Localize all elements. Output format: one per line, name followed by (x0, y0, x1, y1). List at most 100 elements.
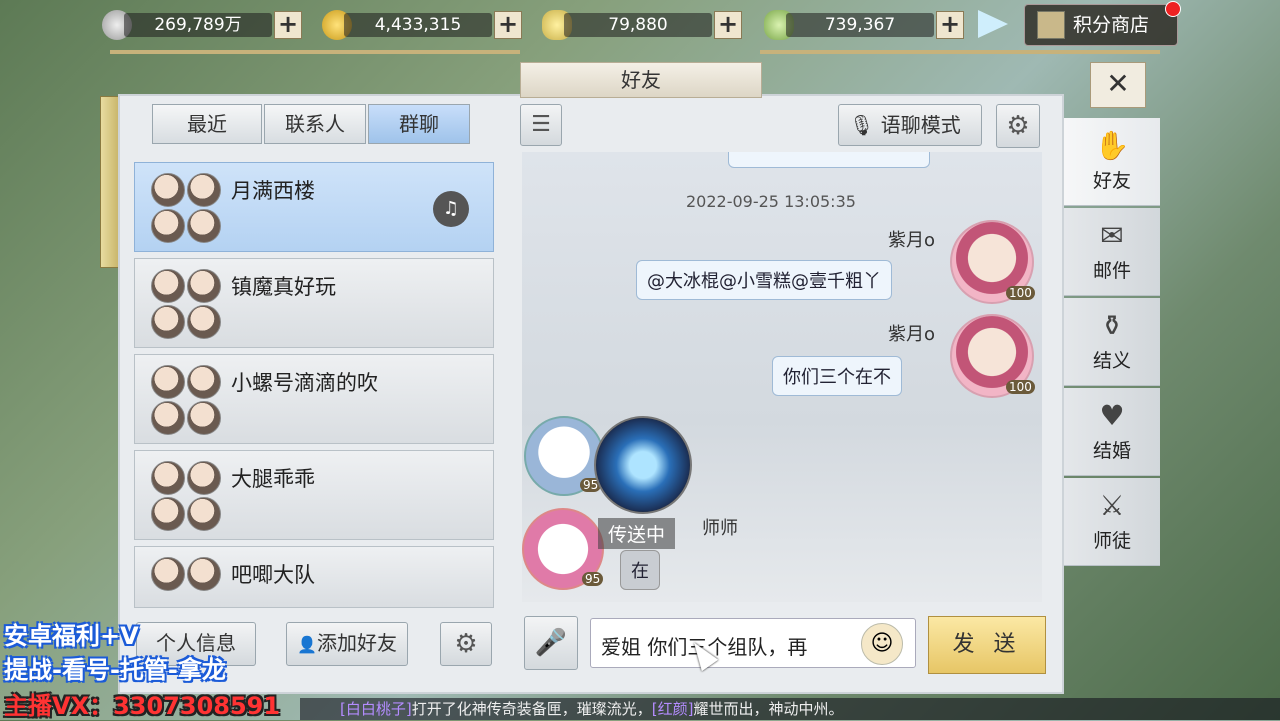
avatar (187, 305, 221, 339)
avatar (187, 461, 221, 495)
voice-mode-button[interactable]: 🎙 语聊模式 (838, 104, 982, 146)
avatar (187, 401, 221, 435)
currency-value: 739,367 (786, 13, 934, 37)
group-avatars (151, 461, 221, 531)
tab-group-chat[interactable]: 群聊 (368, 104, 470, 144)
avatar (187, 557, 221, 591)
avatar (151, 173, 185, 207)
group-avatars (151, 173, 221, 243)
side-tab-label: 结义 (1092, 350, 1131, 372)
points-shop-button[interactable]: 积分商店 (1024, 1, 1181, 46)
group-item[interactable]: 大腿乖乖 (134, 450, 494, 540)
group-item[interactable]: 吧唧大队 (134, 546, 494, 608)
group-name: 小螺号滴滴的吹 (231, 371, 378, 395)
level-badge: 100 (1006, 380, 1035, 394)
message-timestamp: 2022-09-25 13:05:35 (686, 192, 856, 211)
tab-contacts[interactable]: 联系人 (264, 104, 366, 144)
currency-value: 269,789万 (124, 13, 272, 37)
side-tab-mail[interactable]: ✉ 邮件 (1064, 208, 1160, 296)
side-tab-friends[interactable]: ✋ 好友 (1064, 118, 1160, 206)
avatar (151, 365, 185, 399)
side-tab-marriage[interactable]: ♥ 结婚 (1064, 388, 1160, 476)
message-sender: 师师 (702, 518, 738, 539)
level-badge: 100 (1006, 286, 1035, 300)
currency-value: 79,880 (564, 13, 712, 37)
group-name: 吧唧大队 (231, 563, 315, 587)
add-user-icon: 👤 (297, 635, 317, 654)
mail-icon: ✉ (1100, 219, 1124, 252)
currency-gold: 4,433,315 + (322, 10, 522, 40)
close-button[interactable]: ✕ (1090, 62, 1146, 108)
message-bubble: 你们三个在不 (772, 356, 902, 396)
chat-area: 2022-09-25 13:05:35 紫月o @大冰棍@小雪糕@壹千粗丫 10… (522, 152, 1042, 602)
group-item[interactable]: 镇魔真好玩 (134, 258, 494, 348)
marriage-icon: ♥ (1099, 399, 1125, 432)
chat-settings-button[interactable]: ⚙ (996, 104, 1040, 148)
add-silver-button[interactable]: + (274, 11, 302, 39)
shop-icon (1037, 11, 1065, 39)
voice-input-button[interactable]: 🎤 (524, 616, 578, 670)
add-ingot-button[interactable]: + (714, 11, 742, 39)
avatar (151, 401, 185, 435)
side-tab-label: 结婚 (1092, 440, 1131, 462)
add-friend-button[interactable]: 👤添加好友 (286, 622, 408, 666)
avatar (187, 269, 221, 303)
message-bubble: 在 (620, 550, 660, 590)
avatar (151, 557, 185, 591)
add-friend-label: 添加好友 (316, 631, 397, 655)
message-sender: 紫月o (888, 230, 936, 251)
brotherhood-icon: ⚱ (1100, 309, 1124, 342)
avatar (187, 497, 221, 531)
voice-mode-label: 语聊模式 (880, 113, 961, 137)
mentor-icon: ⚔ (1099, 489, 1125, 522)
currency-green-ingot: 739,367 + (764, 10, 964, 40)
group-item[interactable]: 小螺号滴滴的吹 (134, 354, 494, 444)
avatar (151, 497, 185, 531)
ticker-text: 打开了化神传奇装备匣，璀璨流光， (411, 700, 652, 718)
group-name: 月满西楼 (231, 179, 315, 203)
tab-recent[interactable]: 最近 (152, 104, 262, 144)
panel-title: 好友 (520, 62, 762, 98)
shop-label: 积分商店 (1073, 14, 1150, 36)
side-tab-label: 好友 (1092, 170, 1131, 192)
loading-overlay-label: 传送中 (598, 518, 676, 549)
emoji-icon[interactable]: ☺ (861, 623, 903, 665)
avatar (151, 305, 185, 339)
side-tab-label: 邮件 (1092, 260, 1131, 282)
notification-dot (1165, 1, 1181, 17)
side-tab-mentor[interactable]: ⚔ 师徒 (1064, 478, 1160, 566)
group-avatars (151, 365, 221, 435)
group-name: 镇魔真好玩 (231, 275, 336, 299)
vine-decoration-left (110, 50, 520, 94)
send-button[interactable]: 发 送 (928, 616, 1046, 674)
arrow-right-icon (978, 10, 1008, 38)
avatar (187, 209, 221, 243)
friend-icon: ✋ (1094, 129, 1130, 162)
side-tab-label: 师徒 (1092, 530, 1131, 552)
level-badge: 95 (582, 572, 604, 586)
avatar (187, 173, 221, 207)
ticker-text: 耀世而出，神动中州。 (693, 700, 844, 718)
currency-silver: 269,789万 + (102, 10, 302, 40)
message-bubble-partial (728, 152, 930, 168)
chat-input[interactable]: 爱姐 你们三个组队，再 ☺ (590, 618, 916, 668)
teleport-portal-icon (594, 416, 692, 514)
headset-icon[interactable]: ♫ (433, 191, 469, 227)
avatar (151, 209, 185, 243)
ticker-player-name: [白白桃子] (340, 700, 412, 718)
add-green-ingot-button[interactable]: + (936, 11, 964, 39)
currency-value: 4,433,315 (344, 13, 492, 37)
overlay-text-line3: 主播VX：3307308591 (4, 692, 281, 720)
side-tab-brotherhood[interactable]: ⚱ 结义 (1064, 298, 1160, 386)
collapse-button[interactable]: ☰ (520, 104, 562, 146)
avatar (151, 461, 185, 495)
settings-button[interactable]: ⚙ (440, 622, 492, 666)
message-bubble: @大冰棍@小雪糕@壹千粗丫 (636, 260, 892, 300)
group-item[interactable]: 月满西楼 ♫ (134, 162, 494, 252)
scroll-pole-decoration (100, 96, 120, 268)
system-ticker: [白白桃子]打开了化神传奇装备匣，璀璨流光，[红颜]耀世而出，神动中州。 (300, 698, 1280, 720)
add-gold-button[interactable]: + (494, 11, 522, 39)
overlay-text-line1: 安卓福利+V (4, 622, 139, 650)
message-sender: 紫月o (888, 324, 936, 345)
group-avatars (151, 269, 221, 339)
